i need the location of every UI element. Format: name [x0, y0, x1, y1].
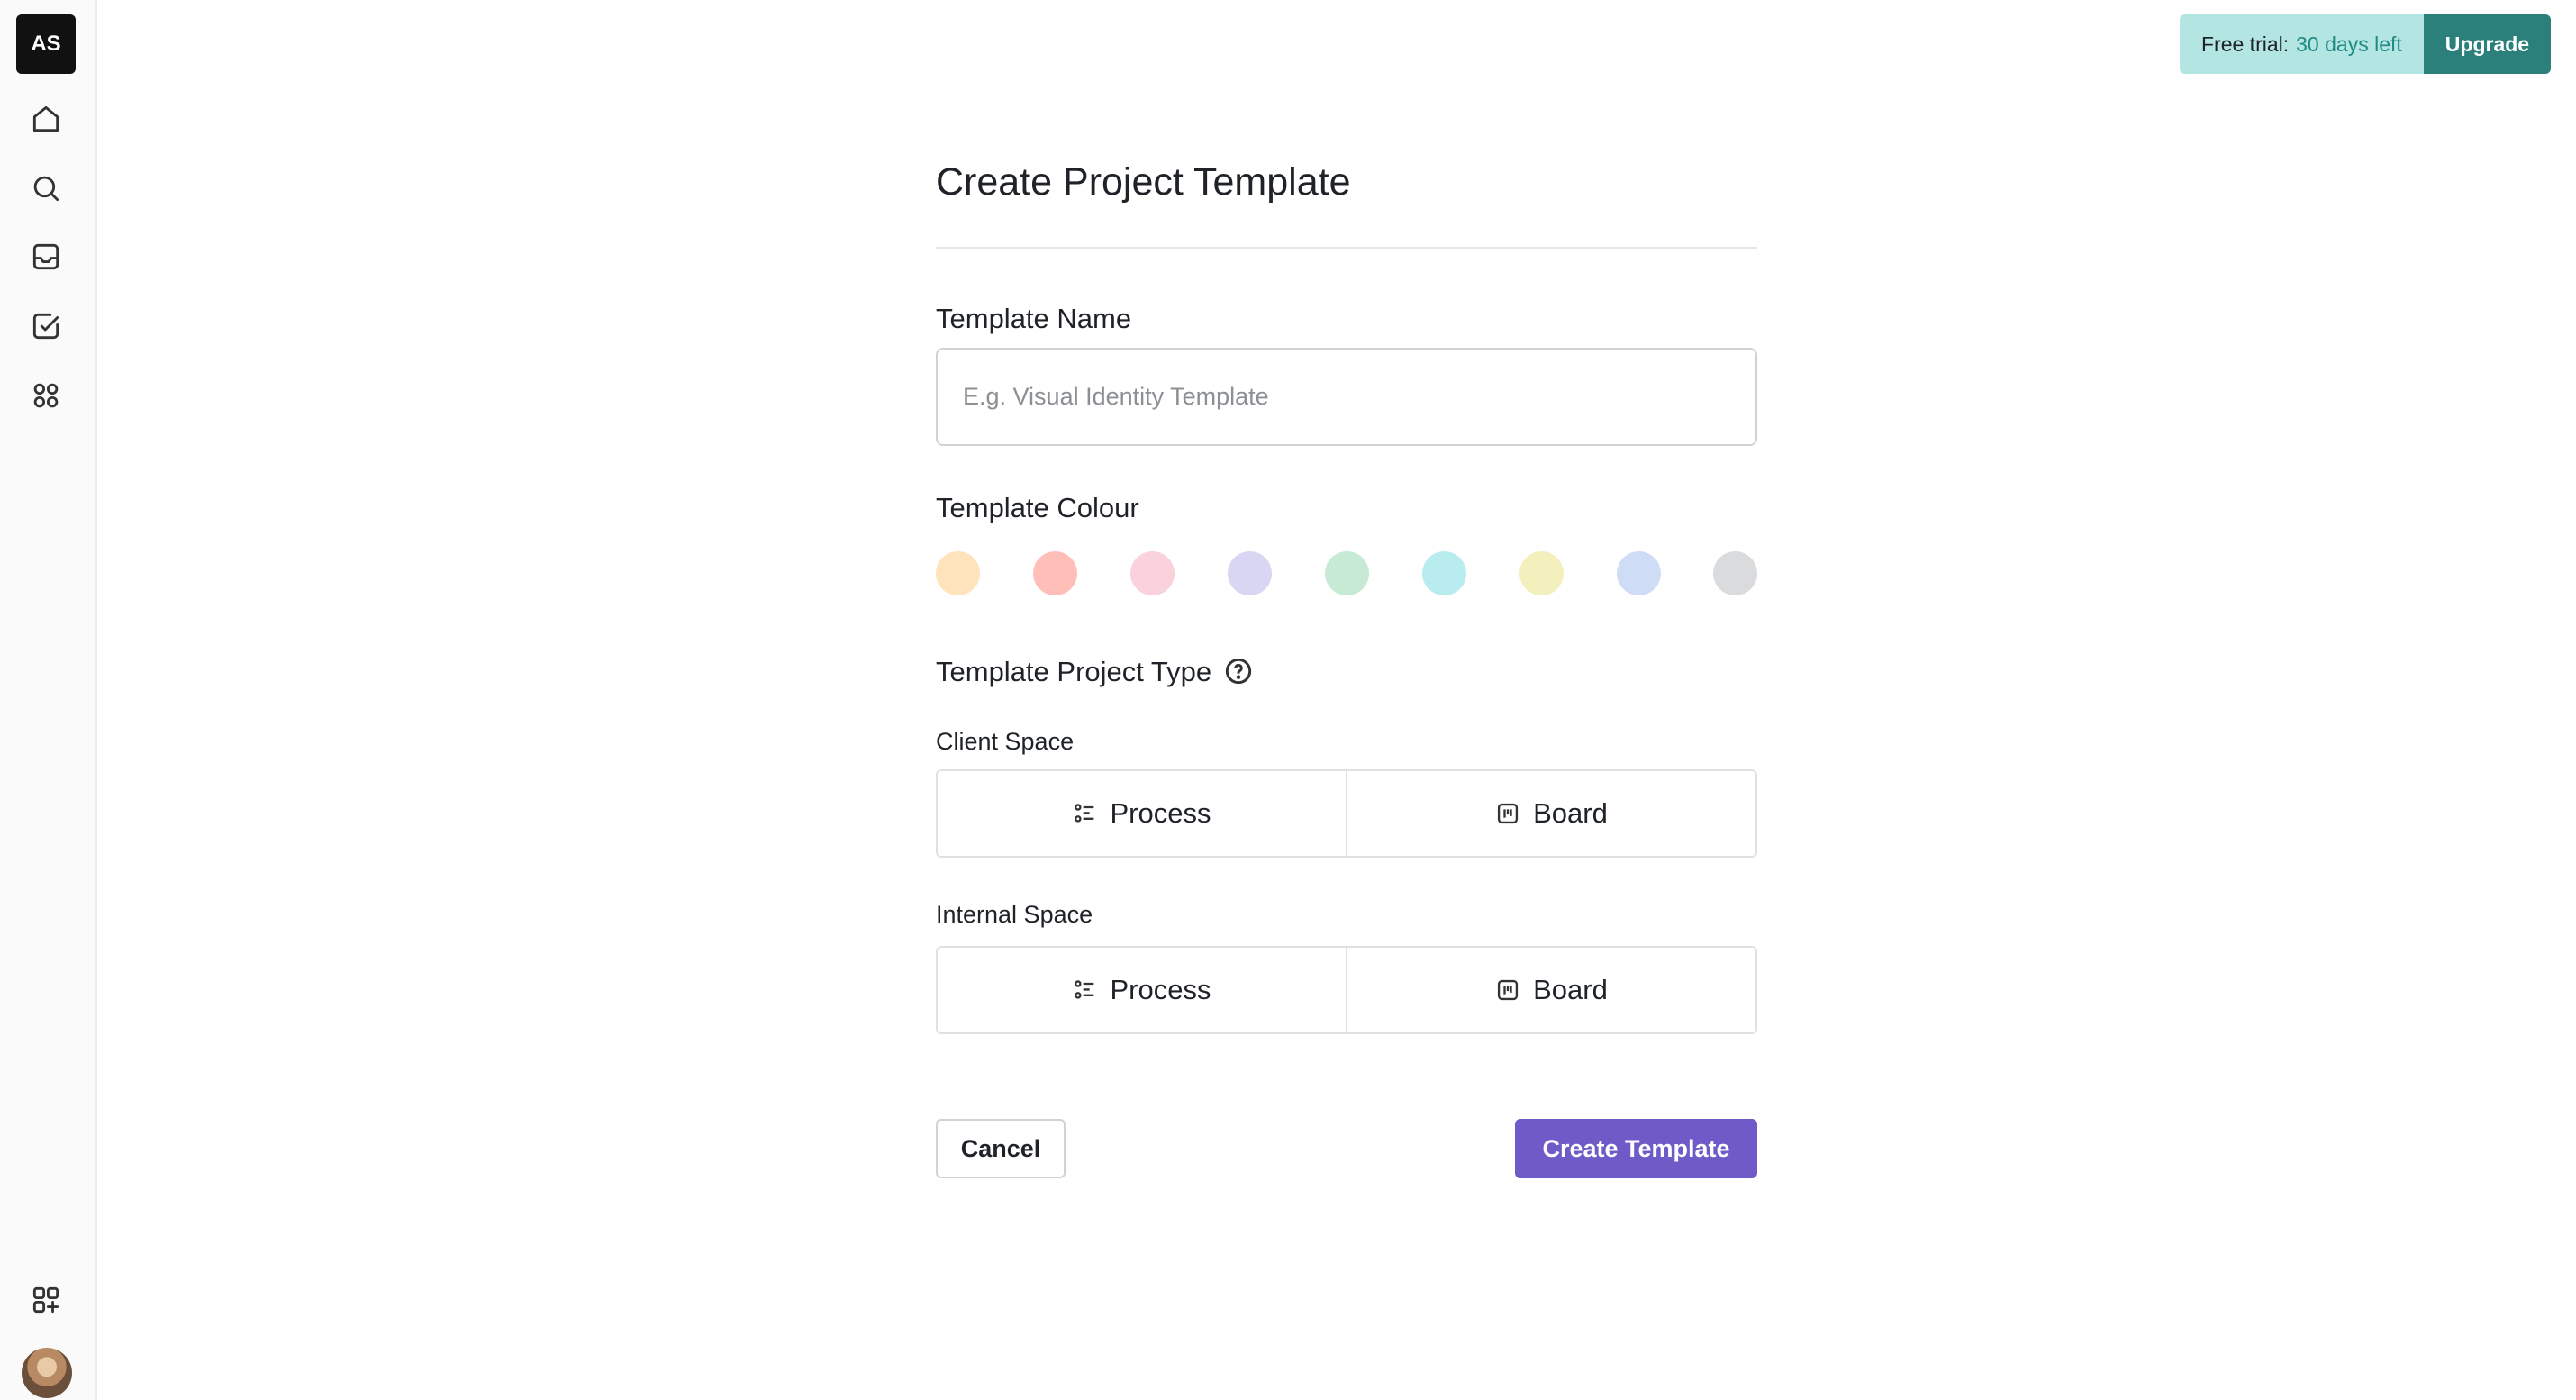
trial-banner: Free trial: 30 days left Upgrade [2180, 14, 2552, 74]
internal-space-toggle: Process Board [936, 946, 1757, 1034]
client-space-label: Client Space [936, 728, 1075, 755]
colour-swatch[interactable] [1130, 551, 1175, 595]
apps-icon[interactable] [23, 373, 68, 418]
client-process-option[interactable]: Process [938, 771, 1346, 856]
trial-prefix: Free trial: [2201, 32, 2290, 56]
project-type-heading: Template Project Type [936, 656, 1253, 688]
client-board-label: Board [1533, 797, 1608, 829]
process-icon [1074, 804, 1093, 823]
colour-swatch[interactable] [1519, 551, 1564, 595]
add-app-icon[interactable] [23, 1277, 68, 1323]
process-icon [1074, 980, 1093, 999]
client-process-label: Process [1110, 797, 1211, 829]
search-icon[interactable] [23, 166, 68, 211]
inbox-icon[interactable] [23, 234, 68, 279]
create-template-button[interactable]: Create Template [1515, 1119, 1757, 1178]
client-space-toggle: Process Board [936, 769, 1757, 858]
board-icon [1498, 803, 1519, 824]
colour-swatches [936, 551, 1757, 596]
colour-swatch[interactable] [1617, 551, 1661, 595]
workspace-badge[interactable]: AS [16, 14, 76, 74]
user-avatar[interactable] [22, 1348, 72, 1398]
board-icon [1498, 979, 1519, 1001]
trial-days-left: 30 days left [2296, 32, 2402, 56]
colour-swatch[interactable] [1422, 551, 1466, 595]
title-divider [936, 247, 1757, 249]
colour-swatch[interactable] [936, 551, 980, 595]
client-board-option[interactable]: Board [1346, 771, 1755, 856]
cancel-button[interactable]: Cancel [936, 1119, 1066, 1178]
internal-process-option[interactable]: Process [938, 948, 1346, 1032]
internal-process-label: Process [1110, 974, 1211, 1005]
trial-status: Free trial: 30 days left [2180, 14, 2424, 74]
internal-board-option[interactable]: Board [1346, 948, 1755, 1032]
sidebar: AS [0, 0, 97, 1400]
upgrade-button[interactable]: Upgrade [2423, 14, 2552, 74]
project-type-label: Template Project Type [936, 656, 1212, 687]
internal-board-label: Board [1533, 974, 1608, 1005]
colour-swatch[interactable] [1713, 551, 1757, 595]
internal-space-label: Internal Space [936, 901, 1093, 928]
template-name-input[interactable] [936, 348, 1757, 446]
colour-swatch[interactable] [1228, 551, 1272, 595]
help-icon[interactable] [1224, 657, 1253, 686]
colour-swatch[interactable] [1325, 551, 1369, 595]
tasks-icon[interactable] [23, 304, 68, 349]
page-title: Create Project Template [936, 160, 1351, 204]
template-name-label: Template Name [936, 303, 1132, 334]
home-icon[interactable] [23, 96, 68, 141]
colour-swatch[interactable] [1033, 551, 1077, 595]
template-colour-label: Template Colour [936, 492, 1139, 523]
